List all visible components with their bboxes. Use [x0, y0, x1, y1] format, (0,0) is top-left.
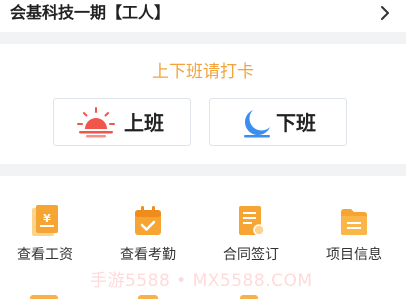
next-row-icon-peek — [138, 295, 158, 299]
grid-label-contract: 合同签订 — [223, 247, 279, 263]
grid-label-attendance: 查看考勤 — [120, 247, 176, 263]
chevron-right-icon[interactable] — [378, 4, 392, 22]
project-title: 会基科技一期【工人】 — [10, 3, 171, 22]
clock-out-button[interactable]: 下班 — [209, 98, 347, 146]
attendance-calendar-icon — [135, 206, 161, 235]
svg-text:¥: ¥ — [43, 212, 51, 225]
grid-item-salary[interactable]: ¥ 查看工资 — [5, 204, 85, 268]
clock-out-label: 下班 — [276, 111, 316, 135]
project-header[interactable]: 会基科技一期【工人】 — [0, 0, 406, 32]
clock-in-label: 上班 — [124, 111, 164, 135]
next-row-icon-peek — [240, 295, 258, 299]
contract-icon — [239, 206, 265, 236]
punch-prompt: 上下班请打卡 — [152, 62, 254, 82]
sunrise-icon — [77, 107, 115, 138]
grid-item-project-info[interactable]: 项目信息 — [314, 204, 394, 268]
grid-item-attendance[interactable]: 查看考勤 — [108, 204, 188, 268]
project-folder-icon — [341, 209, 367, 235]
function-grid: ¥ 查看工资 查看考勤 合同签订 项目信息 手游5588 • MX5588.CO… — [0, 176, 406, 299]
salary-icon: ¥ — [32, 205, 58, 236]
punch-card: 上下班请打卡 上班 下班 — [0, 44, 406, 164]
grid-label-salary: 查看工资 — [17, 247, 73, 263]
moon-icon — [244, 110, 270, 138]
watermark-text: 手游5588 • MX5588.COM — [90, 271, 313, 291]
clock-in-button[interactable]: 上班 — [53, 98, 191, 146]
grid-label-project-info: 项目信息 — [326, 247, 382, 263]
next-row-icon-peek — [30, 295, 58, 299]
grid-item-contract[interactable]: 合同签订 — [211, 204, 291, 268]
